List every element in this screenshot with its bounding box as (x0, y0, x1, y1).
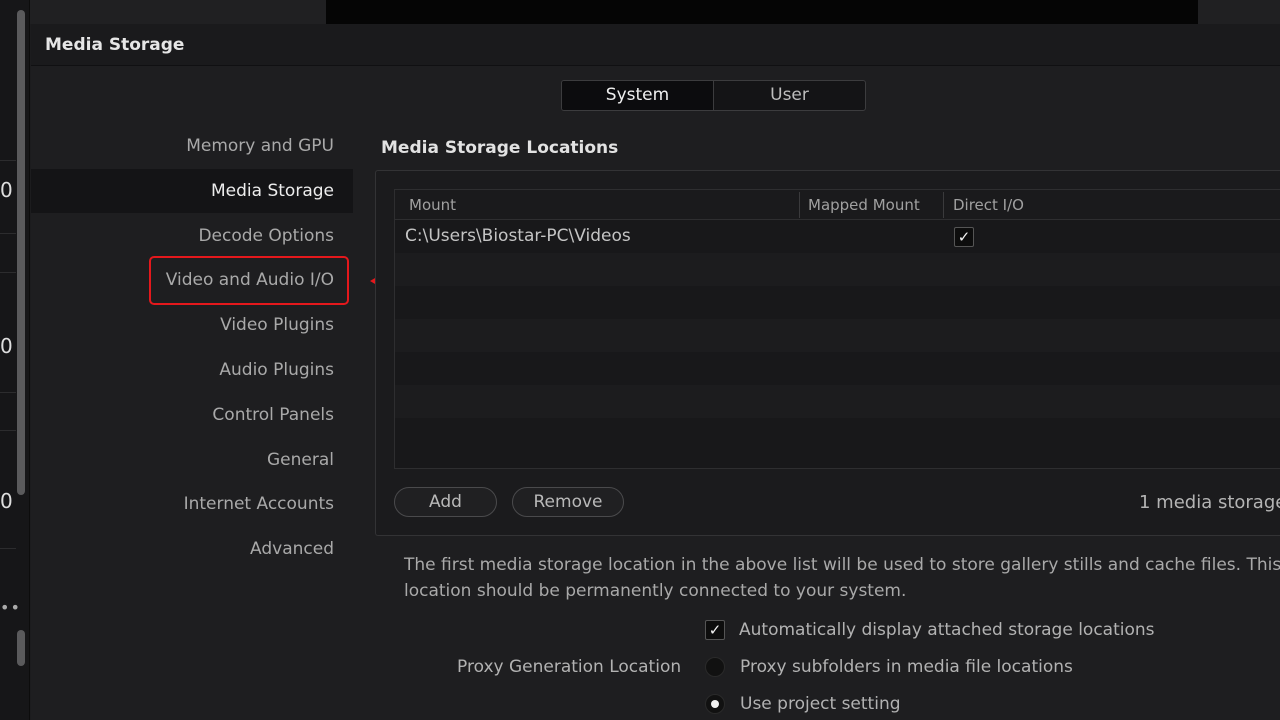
panel-header: Media Storage (31, 24, 1280, 66)
use-project-setting-radio[interactable] (705, 694, 725, 714)
left-scrollbar-lower[interactable] (17, 630, 25, 666)
section-title: Media Storage Locations (381, 138, 619, 158)
left-divider (0, 430, 16, 431)
table-row-empty (395, 418, 1280, 451)
proxy-subfolders-radio[interactable] (705, 657, 725, 677)
table-row-empty (395, 286, 1280, 319)
nav-item-audio-plugins[interactable]: Audio Plugins (219, 360, 334, 380)
left-value: 0 (0, 334, 13, 358)
table-row-empty (395, 385, 1280, 418)
left-scrollbar[interactable] (17, 10, 25, 495)
auto-display-checkbox[interactable]: ✓ (705, 620, 725, 640)
left-divider (0, 548, 16, 549)
system-user-toggle: System User (561, 80, 866, 111)
column-header-direct-io[interactable]: Direct I/O (953, 196, 1024, 214)
column-header-mapped-mount[interactable]: Mapped Mount (808, 196, 920, 214)
nav-item-advanced[interactable]: Advanced (250, 539, 334, 559)
table-row[interactable]: C:\Users\Biostar-PC\Videos ✓ (395, 220, 1280, 253)
table-row-empty (395, 319, 1280, 352)
left-divider (0, 392, 16, 393)
nav-item-video-plugins[interactable]: Video Plugins (220, 315, 334, 335)
nav-item-general[interactable]: General (267, 450, 334, 470)
info-text: The first media storage location in the … (404, 555, 1280, 601)
tab-system[interactable]: System (562, 81, 714, 110)
left-divider (0, 272, 16, 273)
direct-io-checkbox[interactable]: ✓ (954, 227, 974, 247)
annotation-highlight-box (149, 256, 349, 305)
viewer-strip (326, 0, 1198, 24)
proxy-location-label: Proxy Generation Location (457, 657, 682, 677)
storage-count: 1 media storage (1139, 492, 1280, 513)
left-value: 0 (0, 489, 13, 513)
tab-user[interactable]: User (714, 81, 865, 110)
left-divider (0, 233, 16, 234)
table-header: Mount Mapped Mount Direct I/O (395, 190, 1280, 220)
use-project-setting-label: Use project setting (740, 694, 901, 714)
nav-item-decode-options[interactable]: Decode Options (198, 226, 334, 246)
column-separator[interactable] (943, 192, 944, 218)
nav-item-internet-accounts[interactable]: Internet Accounts (184, 494, 334, 514)
left-value: 0 (0, 178, 13, 202)
nav-item-memory-gpu[interactable]: Memory and GPU (186, 136, 334, 156)
table-row-empty (395, 352, 1280, 385)
auto-display-label: Automatically display attached storage l… (739, 620, 1155, 640)
table-row-empty (395, 253, 1280, 286)
mount-path: C:\Users\Biostar-PC\Videos (405, 226, 631, 246)
more-dots-icon[interactable]: •• (0, 598, 21, 617)
left-divider (0, 160, 16, 161)
panel-title: Media Storage (45, 35, 185, 55)
locations-table: Mount Mapped Mount Direct I/O C:\Users\B… (394, 189, 1280, 469)
add-button[interactable]: Add (394, 487, 497, 517)
nav-item-media-storage[interactable]: Media Storage (211, 181, 334, 201)
column-separator[interactable] (799, 192, 800, 218)
proxy-subfolders-label: Proxy subfolders in media file locations (740, 657, 1073, 677)
nav-item-control-panels[interactable]: Control Panels (212, 405, 334, 425)
remove-button[interactable]: Remove (512, 487, 624, 517)
column-header-mount[interactable]: Mount (409, 196, 456, 214)
